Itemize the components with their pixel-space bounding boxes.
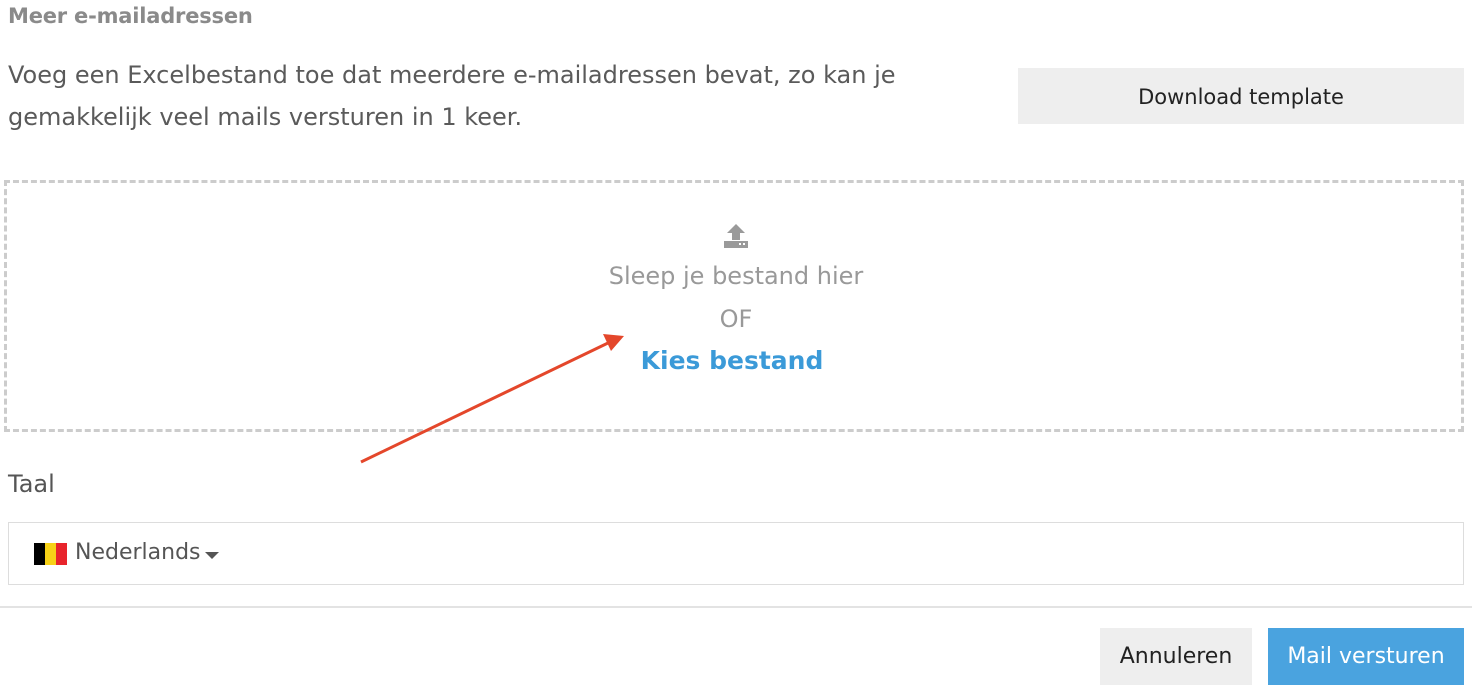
belgium-flag-icon — [34, 543, 67, 565]
footer-divider — [0, 606, 1472, 608]
choose-file-link[interactable]: Kies bestand — [0, 346, 1464, 375]
intro-text: Voeg een Excelbestand toe dat meerdere e… — [8, 61, 896, 131]
section-heading: Meer e-mailadressen — [8, 4, 253, 28]
or-separator: OF — [719, 305, 753, 333]
language-select[interactable]: Nederlands — [8, 522, 1464, 585]
send-mail-button[interactable]: Mail versturen — [1268, 628, 1464, 685]
upload-icon — [724, 224, 748, 248]
caret-down-icon — [205, 552, 219, 559]
email-upload-dialog: Meer e-mailadressen Voeg een Excelbestan… — [0, 0, 1472, 696]
cancel-button[interactable]: Annuleren — [1100, 628, 1252, 685]
language-selected-value: Nederlands — [75, 540, 201, 565]
drag-file-text: Sleep je bestand hier — [608, 262, 864, 290]
language-label: Taal — [8, 470, 55, 498]
download-template-button[interactable]: Download template — [1018, 68, 1464, 124]
